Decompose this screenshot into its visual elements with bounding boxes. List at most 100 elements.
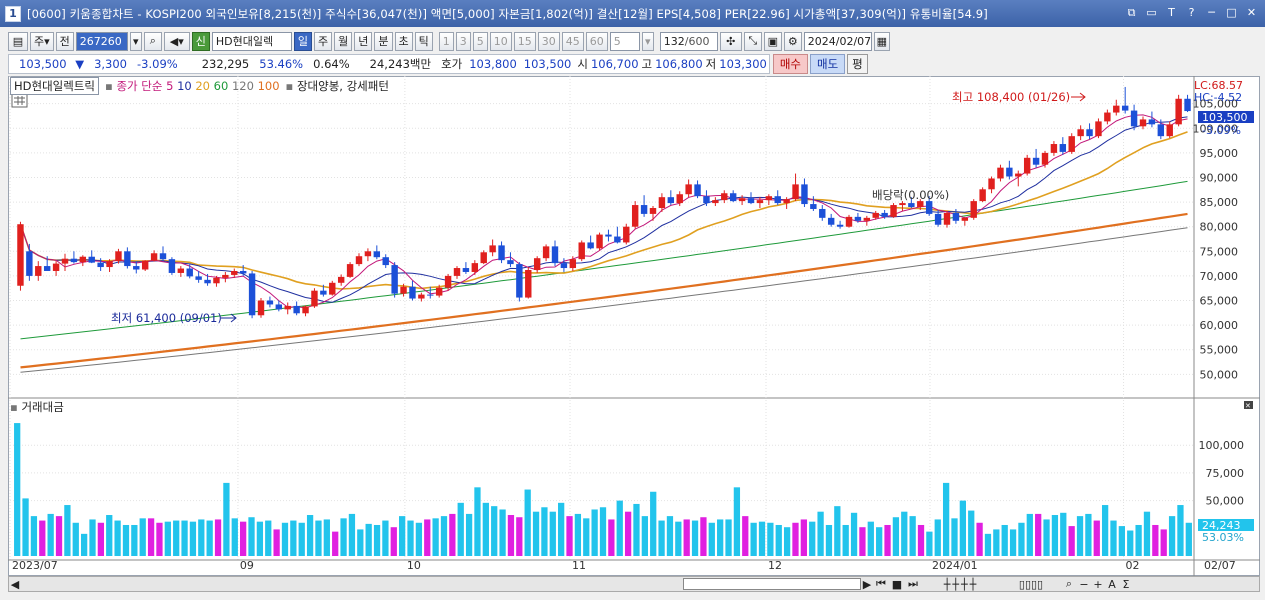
- candle-body: [1059, 144, 1067, 152]
- turnover-pct: 0.64%: [313, 57, 350, 71]
- candle-body: [792, 184, 799, 200]
- volume-bar: [516, 517, 523, 556]
- candle-body: [293, 305, 300, 314]
- crosshair-icon[interactable]: ✣: [719, 31, 742, 51]
- interval-3[interactable]: 3: [455, 31, 471, 51]
- previous-button[interactable]: 전: [55, 31, 74, 51]
- volume-bar: [55, 516, 63, 556]
- stop-icon[interactable]: ■: [889, 578, 905, 591]
- interval-30[interactable]: 30: [537, 31, 560, 51]
- tab-monthly[interactable]: 월: [334, 31, 353, 51]
- time-axis-label: 12: [768, 559, 782, 572]
- interval-10[interactable]: 10: [489, 31, 512, 51]
- minus-icon[interactable]: −: [1077, 578, 1091, 591]
- candle-body: [1139, 119, 1147, 127]
- candle-body: [239, 270, 247, 274]
- buy-button[interactable]: 매수: [772, 54, 808, 74]
- ma-label[interactable]: ▪ 종가 단순 5 10 20 60 120 100: [105, 78, 280, 94]
- tab-second[interactable]: 초: [394, 31, 413, 51]
- price-axis-label: 85,000: [1200, 196, 1239, 209]
- first-page-icon[interactable]: ⏮: [873, 577, 889, 591]
- search-icon[interactable]: ⌕: [143, 31, 162, 51]
- code-dropdown-icon[interactable]: ▾: [129, 31, 142, 51]
- sell-button[interactable]: 매도: [810, 54, 846, 74]
- candle-body: [1086, 129, 1093, 137]
- close-icon[interactable]: ✕: [1244, 5, 1259, 20]
- restore-window-icon[interactable]: ▭: [1144, 5, 1159, 20]
- volume-bar: [189, 521, 197, 556]
- drawing-tools-icon[interactable]: ┼┼┼┼: [921, 578, 1001, 591]
- interval-15[interactable]: 15: [513, 31, 536, 51]
- plus-icon[interactable]: +: [1091, 578, 1105, 591]
- candle-body: [560, 263, 568, 269]
- stock-name-label[interactable]: HD현대일렉트릭: [10, 77, 99, 95]
- interval-dropdown-icon[interactable]: ▾: [641, 31, 654, 51]
- candle-body: [1113, 105, 1120, 113]
- scroll-thumb[interactable]: [683, 578, 861, 590]
- sound-icon[interactable]: ◀▾: [163, 31, 190, 51]
- interval-60[interactable]: 60: [585, 31, 608, 51]
- candle-body: [35, 266, 42, 276]
- volume-bar: [591, 509, 598, 556]
- pattern-label[interactable]: ▪ 장대양봉, 강세패턴: [286, 78, 389, 94]
- help-icon[interactable]: ?: [1184, 5, 1199, 20]
- font-size-icon[interactable]: T: [1164, 5, 1179, 20]
- candle-body: [231, 270, 238, 275]
- tab-yearly[interactable]: 년: [354, 31, 373, 51]
- stock-code-input[interactable]: 267260: [75, 31, 128, 51]
- volume-bar: [616, 500, 623, 556]
- high-price: 106,800: [655, 57, 703, 71]
- ma-10: 10: [177, 79, 192, 93]
- candle-body: [150, 253, 158, 261]
- candle-body: [979, 189, 986, 202]
- volume-bar: [792, 522, 799, 556]
- scroll-track[interactable]: [21, 578, 683, 590]
- candle-body: [320, 290, 327, 295]
- interval-45[interactable]: 45: [561, 31, 584, 51]
- volume-bar: [22, 498, 29, 556]
- candle-body: [988, 178, 995, 190]
- interval-input[interactable]: 5: [609, 31, 640, 51]
- grid-table-icon[interactable]: [11, 93, 28, 108]
- period-select[interactable]: 주 ▾: [30, 31, 54, 51]
- count-input[interactable]: 132/600: [659, 31, 718, 51]
- next-page-icon[interactable]: ⏭: [905, 577, 921, 591]
- interval-1[interactable]: 1: [438, 31, 454, 51]
- candle-body: [587, 242, 594, 249]
- settings-icon[interactable]: ⚙: [783, 31, 802, 51]
- volume-panel-label[interactable]: ▪ 거래대금: [10, 399, 64, 415]
- candle-body: [605, 234, 612, 237]
- scroll-right-icon[interactable]: ▶: [861, 578, 873, 591]
- link-window-icon[interactable]: ⧉: [1124, 5, 1139, 20]
- tab-tick[interactable]: 틱: [414, 31, 433, 51]
- volume-bar: [424, 519, 431, 556]
- tab-weekly[interactable]: 주: [314, 31, 333, 51]
- layout-icon[interactable]: ▤: [8, 31, 28, 51]
- price-chart[interactable]: 105,000100,00095,00090,00085,00080,00075…: [8, 76, 1260, 576]
- font-icon[interactable]: A: [1105, 578, 1119, 591]
- volume-bar: [457, 502, 464, 556]
- tab-daily[interactable]: 일: [293, 31, 313, 51]
- candle-body: [649, 208, 657, 214]
- volume-bar: [281, 522, 289, 556]
- calendar-icon[interactable]: ▦: [873, 31, 890, 51]
- date-input[interactable]: 2024/02/07: [803, 31, 872, 51]
- zoom-out-icon[interactable]: ⌕: [1061, 577, 1077, 591]
- evaluation-button[interactable]: 평: [847, 54, 868, 74]
- interval-5[interactable]: 5: [472, 31, 488, 51]
- overlay-icon[interactable]: ▯▯▯▯: [1001, 578, 1061, 591]
- volume-bar: [566, 516, 573, 556]
- scroll-left-icon[interactable]: ◀: [9, 578, 21, 591]
- stock-name-field[interactable]: HD현대일렉: [211, 31, 292, 51]
- volume-bar: [850, 512, 858, 556]
- candle-body: [1104, 112, 1111, 122]
- maximize-icon[interactable]: □: [1224, 5, 1239, 20]
- tab-minute[interactable]: 분: [374, 31, 393, 51]
- sum-icon[interactable]: Σ: [1119, 578, 1133, 591]
- minimize-icon[interactable]: ─: [1204, 5, 1219, 20]
- zoom-tool-icon[interactable]: ⤡: [743, 31, 762, 51]
- chart-scrollbar[interactable]: ◀ ▶ ⏮ ■ ⏭ ┼┼┼┼ ▯▯▯▯ ⌕ − + A Σ: [8, 576, 1260, 592]
- candle-body: [498, 245, 505, 261]
- volume-bar: [717, 519, 724, 556]
- save-icon[interactable]: ▣: [763, 31, 782, 51]
